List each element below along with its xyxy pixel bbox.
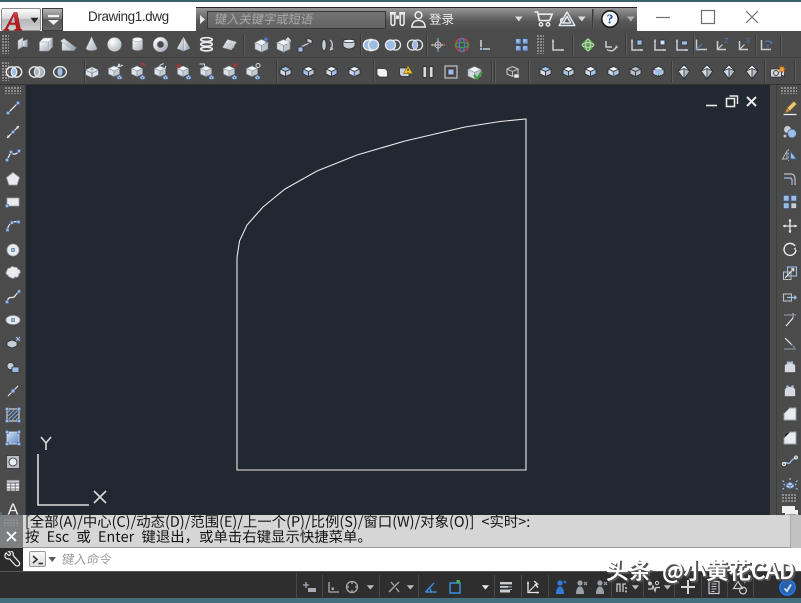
svg-text:?: ?: [607, 11, 614, 26]
svg-text:3: 3: [746, 38, 750, 45]
svg-text:Z: Z: [724, 38, 729, 45]
svg-text:A: A: [3, 9, 23, 31]
